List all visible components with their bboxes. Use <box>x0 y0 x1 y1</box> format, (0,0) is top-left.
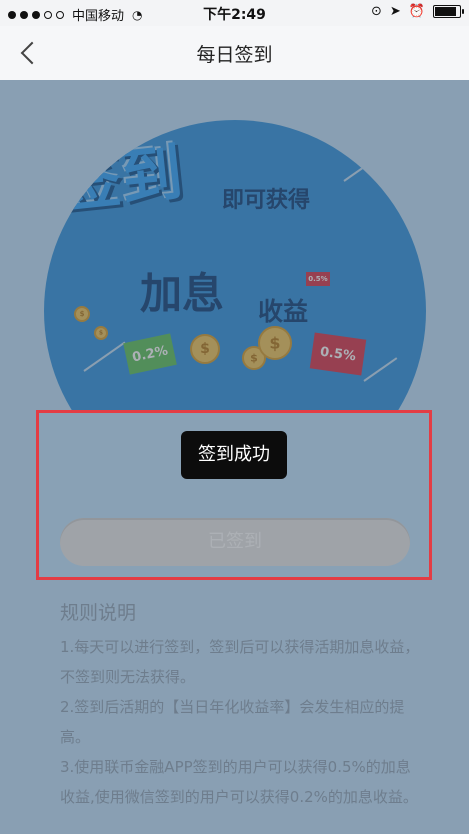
rotation-lock-icon: ⊙ <box>371 4 382 19</box>
decor-streak <box>83 341 126 372</box>
hero-subtitle: 即可获得 <box>222 188 311 213</box>
tag-right: 0.5% <box>309 332 367 376</box>
rule-item: 2.签到后活期的【当日年化收益率】会发生相应的提高。 <box>60 698 405 746</box>
location-icon: ➤ <box>389 4 401 19</box>
hero-title-interest: 加息 <box>140 269 225 318</box>
coin-icon <box>74 306 90 322</box>
hero-title-sign: 签到 <box>55 135 187 222</box>
navigation-bar: 每日签到 <box>0 26 469 81</box>
decor-streak <box>363 357 398 382</box>
page-title: 每日签到 <box>196 44 273 66</box>
rule-item: 1.每天可以进行签到，签到后可以获得活期加息收益，不签到则无法获得。 <box>60 638 420 686</box>
tag-small: 0.5% <box>306 272 330 286</box>
rules-section: 规则说明 1.每天可以进行签到，签到后可以获得活期加息收益，不签到则无法获得。 … <box>60 598 420 812</box>
alarm-icon: ⏰ <box>408 4 425 19</box>
tag-left: 0.2% <box>123 333 177 375</box>
status-right: ⊙ ➤ ⏰ <box>371 4 464 19</box>
toast-message: 签到成功 <box>181 431 287 479</box>
page-content: 签到 即可获得 加息 收益 0.2% 0.5% 0.5% 已签到 规则说明 1.… <box>0 80 469 834</box>
rules-heading: 规则说明 <box>60 602 137 624</box>
status-bar: 中国移动 ◔ 下午2:49 ⊙ ➤ ⏰ <box>0 0 469 26</box>
decor-streak <box>343 145 394 182</box>
coin-icon <box>190 334 220 364</box>
coin-icon <box>258 326 292 360</box>
signed-button[interactable]: 已签到 <box>60 518 410 566</box>
coin-icon <box>94 326 108 340</box>
rule-item: 3.使用联币金融APP签到的用户可以获得0.5%的加息收益,使用微信签到的用户可… <box>60 758 418 806</box>
battery-icon <box>433 5 464 18</box>
hero-title-earnings: 收益 <box>258 297 309 326</box>
